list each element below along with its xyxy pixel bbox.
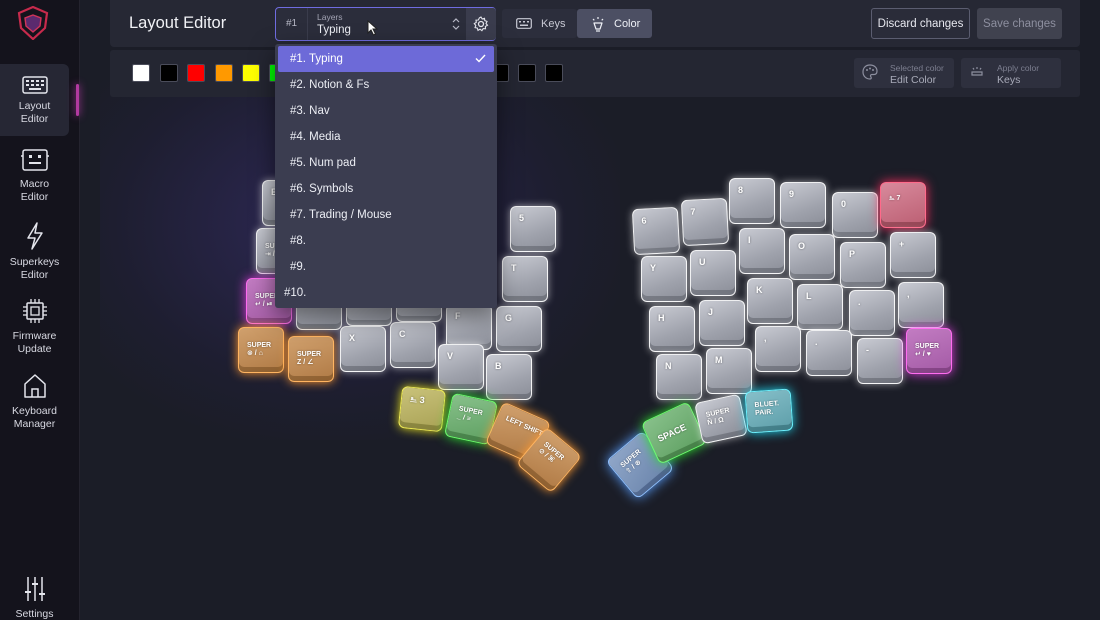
layer-option-label: #6. Symbols <box>290 183 354 195</box>
dygma-logo-icon <box>17 6 49 40</box>
layer-option-label: #3. Nav <box>290 105 330 117</box>
layer-option[interactable]: #8. <box>278 228 494 254</box>
keyboard-icon <box>21 76 48 94</box>
sidebar-item-settings[interactable]: Settings <box>0 576 69 620</box>
palette-icon <box>862 64 878 80</box>
color-swatch[interactable] <box>160 64 178 82</box>
main-area: Layout Editor #1 Layers Typing Keys Colo… <box>80 0 1100 620</box>
layer-option-label: #8. <box>290 235 306 247</box>
sidebar-label-line1: Layout <box>18 100 51 112</box>
lamp-icon <box>592 16 604 32</box>
layer-number: #1 <box>286 18 298 29</box>
layer-option[interactable]: #6. Symbols <box>278 176 494 202</box>
layer-option[interactable]: #7. Trading / Mouse <box>278 202 494 228</box>
chip-icon <box>22 299 47 323</box>
sidebar-label-line1: Firmware <box>12 330 57 342</box>
sidebar-label-line1: Settings <box>15 608 54 620</box>
sidebar-label-line1: Macro <box>19 178 50 190</box>
layer-option-label: #9. <box>290 261 306 273</box>
sidebar: Layout Editor Macro Editor Superkeys Edi… <box>0 0 80 620</box>
sidebar-label-line2: Editor <box>20 269 49 281</box>
sidebar-item-superkeys-editor[interactable]: Superkeys Editor <box>0 222 69 282</box>
sidebar-item-firmware-update[interactable]: Firmware Update <box>0 298 69 356</box>
sidebar-item-layout-editor[interactable]: Layout Editor <box>0 64 69 136</box>
layer-settings-button[interactable] <box>466 8 496 40</box>
color-swatch[interactable] <box>187 64 205 82</box>
keyboard-icon <box>516 18 532 29</box>
layer-divider <box>307 8 308 40</box>
layer-option-label: #4. Media <box>290 131 341 143</box>
layers-dropdown: #1. Typing #2. Notion & Fs #3. Nav #4. M… <box>275 44 497 308</box>
sidebar-item-keyboard-manager[interactable]: Keyboard Manager <box>0 373 69 431</box>
lightning-icon <box>26 222 43 250</box>
selected-color-value: Edit Color <box>890 74 937 86</box>
apply-color-caption: Apply color <box>997 63 1040 73</box>
layer-option-label: #2. Notion & Fs <box>290 79 370 91</box>
layer-option[interactable]: #9. <box>278 254 494 280</box>
sidebar-label-line2: Update <box>17 343 52 355</box>
mode-keys-button[interactable]: Keys <box>502 9 577 38</box>
lamp-icon <box>971 67 983 76</box>
layer-option[interactable]: #1. Typing <box>278 46 494 72</box>
toolbar: Layout Editor #1 Layers Typing Keys Colo… <box>110 0 1080 47</box>
layer-option[interactable]: #10. <box>278 280 494 306</box>
layer-option[interactable]: #3. Nav <box>278 98 494 124</box>
sidebar-label-line2: Manager <box>13 418 56 430</box>
sidebar-item-macro-editor[interactable]: Macro Editor <box>0 148 69 204</box>
layer-option[interactable]: #5. Num pad <box>278 150 494 176</box>
color-swatch[interactable] <box>545 64 563 82</box>
mouse-cursor-icon <box>367 20 378 36</box>
selected-color-caption: Selected color <box>890 63 944 73</box>
gear-icon <box>473 16 489 32</box>
layer-caption: Layers <box>317 12 343 22</box>
sliders-icon <box>24 577 45 601</box>
save-changes-button[interactable]: Save changes <box>977 8 1062 39</box>
check-icon <box>475 54 486 63</box>
layer-option-label: #5. Num pad <box>290 157 356 169</box>
layer-option-label: #10. <box>284 287 307 299</box>
color-swatch[interactable] <box>518 64 536 82</box>
layer-value: Typing <box>317 24 351 36</box>
sidebar-label-line1: Superkeys <box>9 256 60 268</box>
active-indicator <box>76 84 79 116</box>
page-title: Layout Editor <box>129 14 227 32</box>
mode-color-button[interactable]: Color <box>577 9 652 38</box>
home-icon <box>23 374 46 398</box>
color-swatch[interactable] <box>215 64 233 82</box>
apply-color-card[interactable]: Apply color Keys <box>961 58 1061 88</box>
apply-color-value: Keys <box>997 74 1021 86</box>
mode-color-label: Color <box>614 17 641 30</box>
macro-icon <box>20 149 49 171</box>
sidebar-label-line2: Editor <box>20 191 49 203</box>
layer-option[interactable]: #2. Notion & Fs <box>278 72 494 98</box>
updown-chevron-icon <box>452 18 460 30</box>
selected-color-card[interactable]: Selected color Edit Color <box>854 58 954 88</box>
sidebar-label-line2: Editor <box>20 113 49 125</box>
sidebar-label-line1: Keyboard <box>12 405 57 417</box>
layer-option-label: #7. Trading / Mouse <box>290 209 392 221</box>
color-palette-bar: Selected color Edit Color Apply color Ke… <box>110 50 1080 97</box>
color-swatch[interactable] <box>242 64 260 82</box>
mode-keys-label: Keys <box>541 17 566 30</box>
layer-option[interactable]: #4. Media <box>278 124 494 150</box>
discard-changes-button[interactable]: Discard changes <box>871 8 970 39</box>
layer-select[interactable]: #1 Layers Typing <box>275 7 496 41</box>
color-swatch[interactable] <box>132 64 150 82</box>
layer-option-label: #1. Typing <box>290 53 343 65</box>
